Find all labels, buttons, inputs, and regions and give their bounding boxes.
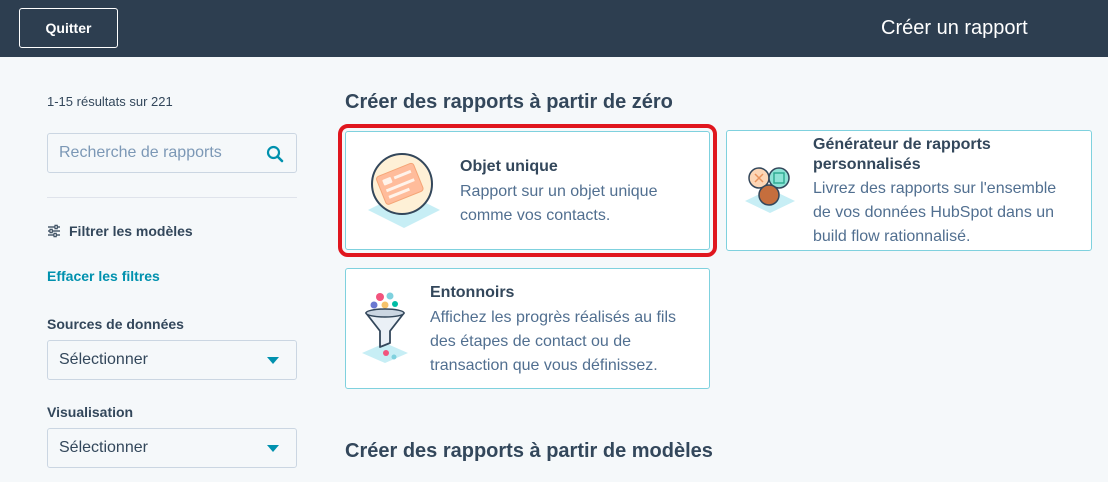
data-sources-value: Sélectionner [59,351,148,368]
card-description-line: de vos données HubSpot dans un [813,204,1055,221]
sidebar-divider [47,197,297,198]
caret-down-icon [267,357,279,364]
card-single-object[interactable]: Objet unique Rapport sur un objet unique… [345,131,710,250]
card-title: personnalisés [813,156,921,173]
data-sources-label: Sources de données [47,316,184,332]
search-icon[interactable] [266,145,284,163]
card-description-line: des étapes de contact ou de [430,333,632,350]
filter-heading-label: Filtrer les modèles [69,223,193,239]
filter-heading: Filtrer les modèles [47,223,193,239]
card-description-line: Rapport sur un objet unique [460,183,658,200]
quit-button[interactable]: Quitter [19,8,118,48]
card-title: Entonnoirs [430,284,515,301]
card-description-line: transaction que vous définissez. [430,357,658,374]
data-sources-select[interactable]: Sélectionner [47,340,297,380]
card-title: Générateur de rapports [813,136,991,153]
search-box [47,133,297,173]
card-description-line: build flow rationnalisé. [813,228,971,245]
filter-sliders-icon [48,224,60,238]
section-heading-templates: Créer des rapports à partir de modèles [345,440,713,462]
top-bar: Quitter Créer un rapport [0,0,1108,57]
clear-filters-link[interactable]: Effacer les filtres [47,268,160,284]
single-object-icon [368,153,440,228]
section-heading-scratch: Créer des rapports à partir de zéro [345,91,673,113]
card-description-line: Affichez les progrès réalisés au fils [430,309,677,326]
visualization-value: Sélectionner [59,439,148,456]
page-title: Créer un rapport [881,17,1028,39]
search-input[interactable] [48,134,258,172]
custom-report-builder-icon [745,167,795,213]
card-title: Objet unique [460,158,558,175]
results-count: 1-15 résultats sur 221 [47,94,173,109]
card-custom-report-builder[interactable]: Générateur de rapports personnalisés Liv… [726,130,1092,251]
visualization-select[interactable]: Sélectionner [47,428,297,468]
funnel-icon [362,292,408,363]
caret-down-icon [267,445,279,452]
card-description-line: Livrez des rapports sur l'ensemble [813,180,1057,197]
card-funnels[interactable]: Entonnoirs Affichez les progrès réalisés… [345,268,710,389]
visualization-label: Visualisation [47,404,134,420]
card-description-line: comme vos contacts. [460,207,611,224]
